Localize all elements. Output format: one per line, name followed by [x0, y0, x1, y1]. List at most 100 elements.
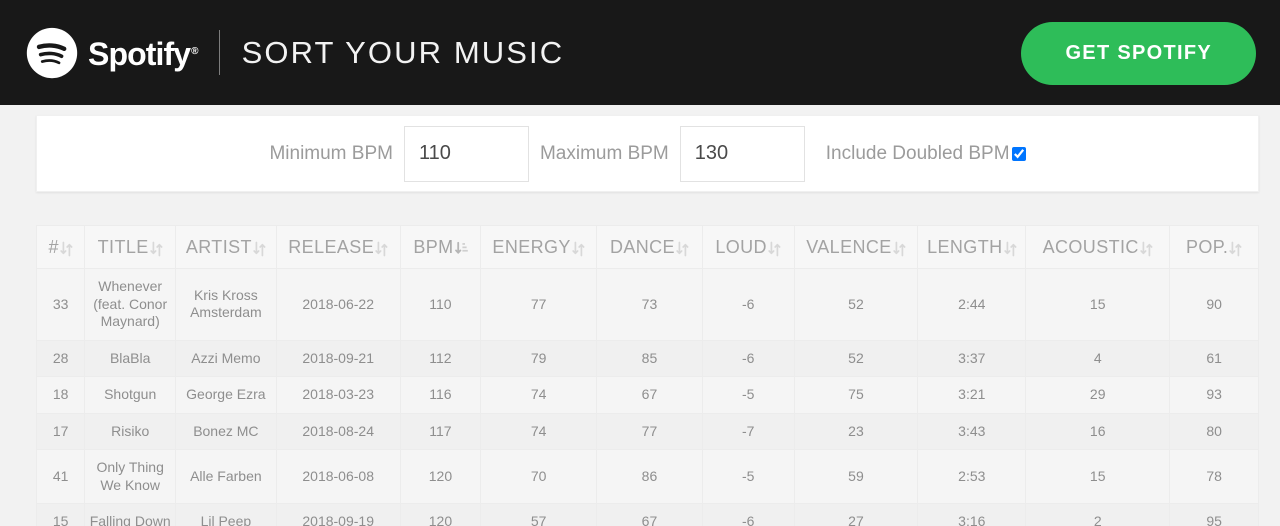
bpm-filter-panel: Minimum BPM Maximum BPM Include Doubled … — [36, 115, 1259, 192]
cell-pop: 95 — [1169, 503, 1259, 526]
cell-length: 3:37 — [917, 339, 1027, 377]
cell-release: 2018-09-19 — [275, 503, 401, 526]
include-doubled-bpm-label: Include Doubled BPM — [825, 142, 1010, 164]
filter-controls: Minimum BPM Maximum BPM Include Doubled … — [269, 125, 1026, 182]
cell-release: 2018-08-24 — [275, 412, 401, 450]
cell-artist: Bonez MC — [175, 412, 277, 450]
column-header-dance[interactable]: DANCE — [596, 225, 703, 269]
column-header-artist[interactable]: ARTIST — [175, 225, 277, 269]
cell-title: Risiko — [84, 412, 176, 450]
cell-num: 15 — [36, 503, 86, 526]
minimum-bpm-input[interactable] — [403, 125, 529, 182]
cell-dance: 77 — [596, 412, 703, 450]
page-title: SORT YOUR MUSIC — [241, 34, 565, 70]
include-doubled-bpm-checkbox[interactable] — [1011, 146, 1026, 161]
brand-lockup: Spotify® — [26, 27, 199, 79]
sort-updown-icon — [375, 241, 388, 257]
cell-release: 2018-09-21 — [275, 339, 401, 377]
column-header-bpm[interactable]: BPM — [399, 225, 482, 269]
sort-amount-down-icon — [454, 241, 468, 257]
cell-release: 2018-06-22 — [275, 268, 401, 341]
column-label-release: RELEASE — [288, 236, 375, 257]
cell-pop: 93 — [1169, 376, 1259, 414]
column-header-energy[interactable]: ENERGY — [480, 225, 598, 269]
cell-valence: 27 — [793, 503, 919, 526]
cell-bpm: 112 — [399, 339, 482, 377]
minimum-bpm-label: Minimum BPM — [269, 142, 393, 164]
column-header-num[interactable]: # — [36, 225, 86, 269]
cell-artist: Kris Kross Amsterdam — [175, 268, 277, 341]
column-header-release[interactable]: RELEASE — [275, 225, 401, 269]
column-header-pop[interactable]: POP. — [1169, 225, 1259, 269]
maximum-bpm-input[interactable] — [679, 125, 805, 182]
cell-title: Only Thing We Know — [84, 449, 176, 504]
registered-trademark-icon: ® — [191, 45, 198, 57]
cell-dance: 85 — [596, 339, 703, 377]
get-spotify-button[interactable]: GET SPOTIFY — [1021, 22, 1256, 85]
column-header-title[interactable]: TITLE — [84, 225, 176, 269]
brand-name-text: Spotify — [88, 35, 191, 72]
header-divider — [218, 30, 220, 75]
cell-loud: -6 — [701, 339, 795, 377]
cell-loud: -6 — [701, 268, 795, 341]
column-label-artist: ARTIST — [185, 236, 252, 257]
table-header: # TITLE ARTIST RELEASE BPM ENERGY DANCE … — [36, 225, 1259, 269]
brand-wordmark: Spotify® — [88, 35, 199, 72]
table-row[interactable]: 33 Whenever (feat. Conor Maynard) Kris K… — [36, 268, 1259, 341]
column-header-valence[interactable]: VALENCE — [793, 225, 919, 269]
cell-valence: 59 — [793, 449, 919, 504]
cell-energy: 57 — [480, 503, 598, 526]
cell-valence: 23 — [793, 412, 919, 450]
cell-dance: 67 — [596, 503, 703, 526]
cell-artist: Alle Farben — [175, 449, 277, 504]
cell-acoustic: 4 — [1025, 339, 1171, 377]
maximum-bpm-label: Maximum BPM — [539, 142, 669, 164]
sort-updown-icon — [1003, 241, 1017, 257]
cell-dance: 67 — [596, 376, 703, 414]
table-row[interactable]: 41 Only Thing We Know Alle Farben 2018-0… — [36, 449, 1259, 504]
cell-num: 33 — [36, 268, 86, 341]
cell-bpm: 117 — [399, 412, 482, 450]
table-header-row: # TITLE ARTIST RELEASE BPM ENERGY DANCE … — [36, 225, 1259, 269]
cell-release: 2018-06-08 — [275, 449, 401, 504]
cell-bpm: 116 — [399, 376, 482, 414]
cell-length: 3:43 — [917, 412, 1027, 450]
tracks-table: # TITLE ARTIST RELEASE BPM ENERGY DANCE … — [36, 225, 1259, 526]
column-label-valence: VALENCE — [806, 236, 892, 257]
sort-updown-icon — [1140, 241, 1153, 257]
cell-energy: 77 — [480, 268, 598, 341]
cell-dance: 86 — [596, 449, 703, 504]
column-label-loud: LOUD — [715, 236, 767, 257]
cell-energy: 74 — [480, 376, 598, 414]
sort-updown-icon — [150, 241, 163, 257]
sort-updown-icon — [893, 241, 906, 257]
tracks-table-container: # TITLE ARTIST RELEASE BPM ENERGY DANCE … — [36, 225, 1259, 526]
sort-updown-icon — [253, 241, 266, 257]
sort-updown-icon — [60, 241, 73, 257]
table-row[interactable]: 15 Falling Down Lil Peep 2018-09-19 120 … — [36, 503, 1259, 526]
table-row[interactable]: 17 Risiko Bonez MC 2018-08-24 117 74 77 … — [36, 412, 1259, 450]
cell-num: 41 — [36, 449, 86, 504]
cell-length: 2:53 — [917, 449, 1027, 504]
sort-updown-icon — [676, 241, 689, 257]
column-label-title: TITLE — [97, 236, 149, 257]
column-header-acoustic[interactable]: ACOUSTIC — [1025, 225, 1171, 269]
sort-updown-icon — [572, 241, 585, 257]
site-header: Spotify® SORT YOUR MUSIC GET SPOTIFY — [0, 0, 1280, 105]
column-label-pop: POP. — [1185, 236, 1229, 257]
cell-energy: 70 — [480, 449, 598, 504]
cell-dance: 73 — [596, 268, 703, 341]
include-doubled-bpm-control: Include Doubled BPM — [826, 143, 1026, 165]
column-label-length: LENGTH — [927, 236, 1003, 257]
column-label-energy: ENERGY — [492, 236, 571, 257]
column-header-loud[interactable]: LOUD — [701, 225, 795, 269]
cell-title: Shotgun — [84, 376, 176, 414]
cell-pop: 90 — [1169, 268, 1259, 341]
table-row[interactable]: 28 BlaBla Azzi Memo 2018-09-21 112 79 85… — [36, 339, 1259, 377]
table-row[interactable]: 18 Shotgun George Ezra 2018-03-23 116 74… — [36, 376, 1259, 414]
cell-title: BlaBla — [84, 339, 176, 377]
column-header-length[interactable]: LENGTH — [917, 225, 1027, 269]
cell-pop: 61 — [1169, 339, 1259, 377]
cell-bpm: 120 — [399, 503, 482, 526]
column-label-num: # — [48, 236, 59, 257]
